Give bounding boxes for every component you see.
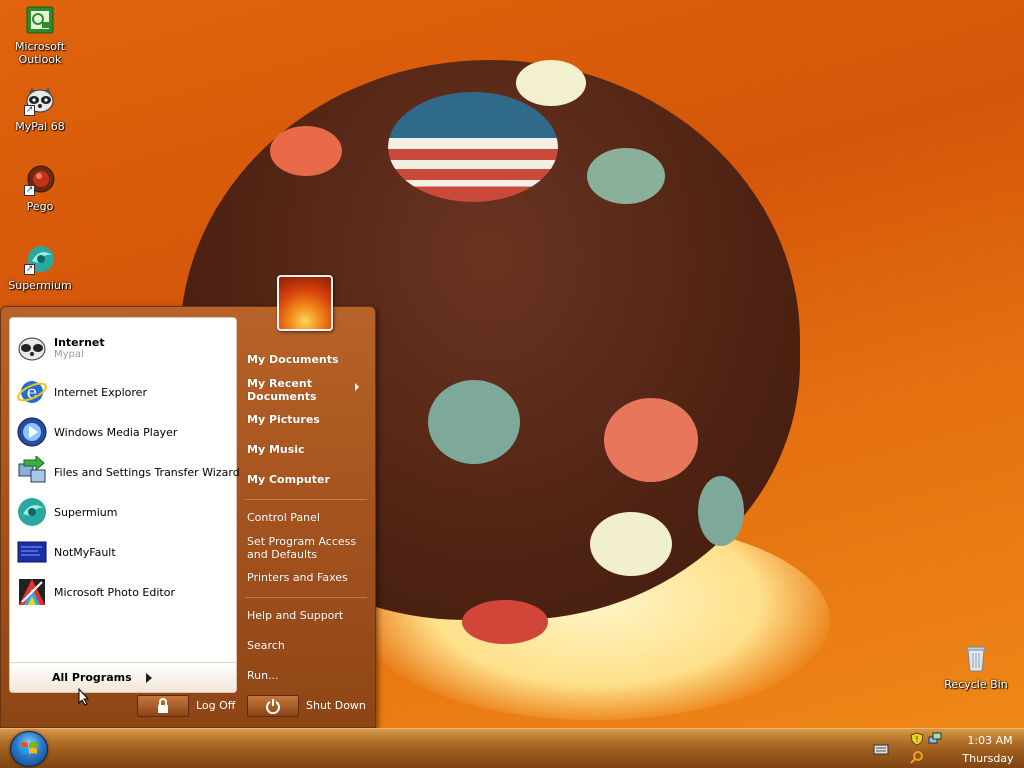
network-icon[interactable] (928, 732, 942, 746)
program-title: Microsoft Photo Editor (54, 585, 175, 599)
menu-item-label: My Recent Documents (247, 377, 317, 403)
lock-icon (158, 698, 168, 713)
shut-down-button[interactable] (247, 695, 299, 717)
pinned-program-transfer-wizard[interactable]: Files and Settings Transfer Wizard (16, 454, 240, 490)
pinned-program-internet-explorer[interactable]: e Internet Explorer (16, 374, 234, 410)
menu-item-search[interactable]: Search (247, 639, 369, 652)
menu-item-my-computer[interactable]: My Computer (247, 473, 369, 486)
log-off-label[interactable]: Log Off (196, 699, 235, 712)
log-off-button[interactable] (137, 695, 189, 717)
menu-item-printers-and-faxes[interactable]: Printers and Faxes (247, 571, 369, 584)
menu-item-my-pictures[interactable]: My Pictures (247, 413, 369, 426)
pinned-program-photo-editor[interactable]: Microsoft Photo Editor (16, 574, 234, 610)
menu-item-my-recent-documents[interactable]: My Recent Documents (247, 377, 369, 403)
program-title: Files and Settings Transfer Wizard (54, 465, 240, 479)
menu-separator (245, 597, 367, 598)
pinned-program-notmyfault[interactable]: NotMyFault (16, 534, 234, 570)
menu-item-help-and-support[interactable]: Help and Support (247, 609, 369, 622)
all-programs-label: All Programs (52, 671, 132, 684)
pego-icon: ↗ (24, 164, 56, 196)
program-subtitle: Mypal (54, 349, 84, 360)
desktop-icon-recycle-bin[interactable]: Recycle Bin (936, 642, 1016, 691)
menu-item-my-documents[interactable]: My Documents (247, 353, 369, 366)
program-title: Internet (54, 336, 105, 349)
arrow-right-icon (145, 672, 152, 683)
mypal-raccoon-icon (16, 332, 48, 364)
taskbar: ! 1:03 AM Thursday (0, 728, 1024, 768)
mouse-cursor-icon (78, 688, 90, 706)
desktop-icon-outlook[interactable]: Microsoft Outlook (0, 4, 80, 66)
clock-time[interactable]: 1:03 AM (960, 734, 1020, 747)
power-icon (266, 699, 280, 714)
wallpaper-logo-decoration (388, 92, 558, 202)
supermium-icon (16, 496, 48, 528)
desktop-icon-label: Supermium (8, 279, 72, 292)
desktop-icon-supermium[interactable]: ↗ Supermium (0, 243, 80, 292)
menu-item-control-panel[interactable]: Control Panel (247, 511, 369, 524)
recycle-bin-icon (960, 642, 992, 674)
notmyfault-icon (16, 536, 48, 568)
pinned-program-media-player[interactable]: Windows Media Player (16, 414, 234, 450)
desktop-icon-label: Recycle Bin (944, 678, 1008, 691)
start-menu-bottom-bar: Log Off Shut Down (1, 687, 377, 727)
start-menu: Internet Mypal e Internet Explorer Windo… (0, 306, 376, 728)
wallpaper-dot (698, 476, 744, 546)
desktop-icon-mypal[interactable]: ↗ MyPal 68 (0, 84, 80, 133)
clock-day[interactable]: Thursday (956, 752, 1020, 765)
pinned-program-internet[interactable]: Internet Mypal (16, 330, 234, 366)
program-title: Windows Media Player (54, 425, 178, 439)
start-menu-places-pane: My Documents My Recent Documents My Pict… (241, 317, 371, 693)
menu-item-set-program-access[interactable]: Set Program Access and Defaults (247, 535, 369, 561)
wallpaper-dot (590, 512, 672, 576)
shortcut-arrow-icon: ↗ (24, 264, 35, 275)
supermium-icon: ↗ (24, 243, 56, 275)
shortcut-arrow-icon: ↗ (24, 185, 35, 196)
desktop-icon-label: Pego (26, 200, 54, 213)
windows-flag-icon (21, 742, 37, 754)
photo-editor-icon (16, 576, 48, 608)
system-tray: ! 1:03 AM Thursday (868, 729, 1024, 768)
keyboard-icon[interactable] (873, 743, 889, 755)
desktop-icon-pego[interactable]: ↗ Pego (0, 164, 80, 213)
pinned-program-supermium[interactable]: Supermium (16, 494, 234, 530)
media-player-icon (16, 416, 48, 448)
wallpaper-dot (428, 380, 520, 464)
wallpaper-dot (587, 148, 665, 204)
outlook-icon (24, 4, 56, 36)
shortcut-arrow-icon: ↗ (24, 105, 35, 116)
svg-text:!: ! (915, 735, 918, 744)
wallpaper-dot (462, 600, 548, 644)
wallpaper-dot (270, 126, 342, 176)
desktop-icon-label: Microsoft Outlook (14, 40, 66, 66)
program-title: Internet Explorer (54, 385, 147, 399)
menu-item-run[interactable]: Run... (247, 669, 369, 682)
wallpaper-dot (516, 60, 586, 106)
start-button[interactable] (10, 731, 48, 767)
transfer-wizard-icon (16, 454, 48, 488)
start-menu-programs-pane: Internet Mypal e Internet Explorer Windo… (9, 317, 240, 693)
desktop-icon-label: MyPal 68 (15, 120, 65, 133)
wallpaper-dot (604, 398, 698, 482)
shut-down-label[interactable]: Shut Down (306, 699, 366, 712)
user-account-picture[interactable] (277, 275, 333, 331)
program-title: NotMyFault (54, 545, 116, 559)
program-title: Supermium (54, 505, 118, 519)
security-shield-icon[interactable]: ! (910, 732, 924, 746)
internet-explorer-icon: e (16, 376, 48, 408)
search-icon[interactable] (910, 750, 924, 764)
mypal-raccoon-icon: ↗ (24, 84, 56, 116)
arrow-right-icon (355, 383, 359, 391)
menu-item-my-music[interactable]: My Music (247, 443, 369, 456)
menu-separator (245, 499, 367, 500)
